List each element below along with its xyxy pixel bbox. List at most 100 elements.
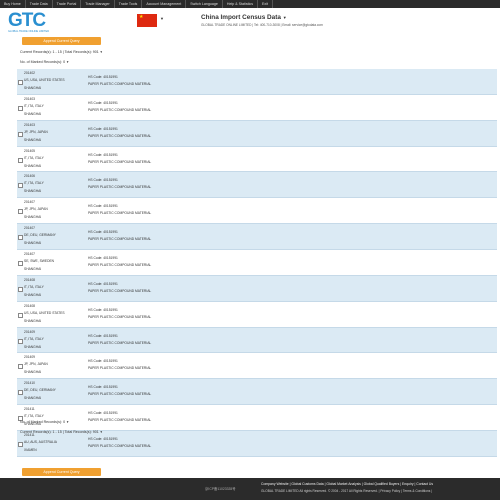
- record-country: US, USA, UNITED STATES: [24, 310, 65, 315]
- record-description: PAPER PLASTIC COMPOUND MATERIAL: [88, 185, 152, 190]
- record-country: IT, ITA, ITALY: [24, 414, 44, 419]
- nav-account-management[interactable]: Account Management: [142, 0, 187, 8]
- record-description: PAPER PLASTIC COMPOUND MATERIAL: [88, 211, 152, 216]
- record-description: PAPER PLASTIC COMPOUND MATERIAL: [88, 133, 152, 138]
- list-item[interactable]: 201411 AU, AUS, AUSTRALIA XIAMEN HS Code: 4…: [17, 431, 497, 457]
- record-country: AU, AUS, AUSTRALIA: [24, 440, 57, 445]
- record-description: PAPER PLASTIC COMPOUND MATERIAL: [88, 418, 152, 423]
- chevron-down-icon[interactable]: ▼: [100, 430, 103, 434]
- append-current-query-button[interactable]: Append Current Query: [22, 468, 101, 476]
- record-description: PAPER PLASTIC COMPOUND MATERIAL: [88, 159, 152, 164]
- footer: 京ICP备11023335号 Company Website | Global …: [0, 478, 500, 500]
- copyright: GLOBAL TRADE LIMITED All rights Reserved…: [261, 489, 433, 493]
- record-date: 201403: [24, 122, 36, 127]
- record-country: DE, DEU, GERMANY: [24, 388, 56, 393]
- list-item[interactable]: 201407 DE, DEU, GERMANY SHANGHAI HS Code: 4…: [17, 224, 497, 251]
- record-port: SHANGHAI: [24, 215, 42, 220]
- row-checkbox[interactable]: [18, 442, 23, 448]
- total-records: Total Records(s): 901: [64, 430, 99, 434]
- current-records: Current Records(s): 1 - 15: [20, 430, 62, 434]
- nav-trade-data[interactable]: Trade Data: [26, 0, 53, 8]
- list-item[interactable]: 201407 SE, SWE, SWEDEN SHANGHAI HS Code: 40…: [17, 250, 497, 276]
- row-checkbox[interactable]: [18, 364, 23, 370]
- record-description: PAPER PLASTIC COMPOUND MATERIAL: [88, 340, 152, 345]
- row-checkbox[interactable]: [18, 157, 23, 163]
- row-checkbox[interactable]: [18, 312, 23, 318]
- record-country: JP, JPN, JAPAN: [24, 207, 48, 212]
- list-item[interactable]: 201411 IT, ITA, ITALY SHANGHAI HS Code: 401…: [17, 405, 497, 432]
- record-description: PAPER PLASTIC COMPOUND MATERIAL: [88, 263, 152, 268]
- record-port: SHANGHAI: [24, 163, 42, 168]
- list-item[interactable]: 201410 DE, DEU, GERMANY SHANGHAI HS Code: 4…: [17, 379, 497, 406]
- row-checkbox[interactable]: [18, 338, 23, 344]
- record-hs-code: HS Code: 40151991: [88, 307, 118, 312]
- chevron-down-icon[interactable]: ▼: [283, 15, 287, 20]
- chevron-down-icon[interactable]: ▼: [160, 16, 164, 21]
- nav-exit[interactable]: Exit: [258, 0, 274, 8]
- row-checkbox[interactable]: [18, 80, 23, 85]
- list-item[interactable]: 201403 JP, JPN, JAPAN SHANGHAI HS Code: 401…: [17, 120, 497, 147]
- record-description: PAPER PLASTIC COMPOUND MATERIAL: [88, 314, 152, 319]
- chevron-down-icon[interactable]: ▼: [66, 60, 69, 64]
- nav-switch-language[interactable]: Switch Language: [186, 0, 223, 8]
- record-hs-code: HS Code: 40151991: [88, 385, 118, 390]
- row-checkbox[interactable]: [18, 261, 23, 267]
- nav-help-statistics[interactable]: Help & Statistics: [223, 0, 259, 8]
- row-checkbox[interactable]: [18, 235, 23, 241]
- record-country: JP, JPN, JAPAN: [24, 362, 48, 367]
- logo-mark: GTC: [8, 10, 46, 31]
- list-item[interactable]: 201407 JP, JPN, JAPAN SHANGHAI HS Code: 401…: [17, 198, 497, 225]
- list-item[interactable]: 201405 IT, ITA, ITALY SHANGHAI HS Code: 401…: [17, 147, 497, 173]
- footer-links[interactable]: Company Website | Global Customs Data | …: [261, 482, 433, 486]
- row-checkbox[interactable]: [18, 183, 23, 189]
- marked-records-label: No. of Marked Records(s): 0: [20, 420, 66, 424]
- records-info-top: Current Records(s): 1 - 15 | Total Recor…: [20, 50, 103, 54]
- record-country: JP, JPN, JAPAN: [24, 129, 48, 134]
- record-port: SHANGHAI: [24, 137, 42, 142]
- chevron-down-icon[interactable]: ▼: [100, 50, 103, 54]
- chevron-down-icon[interactable]: ▼: [66, 420, 69, 424]
- china-flag-icon[interactable]: ★: [137, 14, 157, 27]
- record-port: SHANGHAI: [24, 318, 42, 323]
- record-date: 201407: [24, 226, 36, 231]
- marked-records-label: No. of Marked Records(s): 0: [20, 60, 66, 64]
- record-port: SHANGHAI: [24, 292, 42, 297]
- page-title: China Import Census Data ▼: [201, 14, 287, 21]
- record-description: PAPER PLASTIC COMPOUND MATERIAL: [88, 237, 152, 242]
- list-item[interactable]: 201408 IT, ITA, ITALY SHANGHAI HS Code: 401…: [17, 275, 497, 302]
- record-date: 201407: [24, 200, 36, 205]
- current-records: Current Records(s): 1 - 15: [20, 50, 62, 54]
- list-item[interactable]: 201409 JP, JPN, JAPAN SHANGHAI HS Code: 401…: [17, 353, 497, 380]
- row-checkbox[interactable]: [18, 286, 23, 292]
- nav-buy-home[interactable]: Buy Home: [0, 0, 26, 8]
- record-hs-code: HS Code: 40151991: [88, 281, 118, 286]
- record-description: PAPER PLASTIC COMPOUND MATERIAL: [88, 444, 152, 449]
- record-list: 201402 US, USA, UNITED STATES SHANGHAI HS C…: [17, 69, 497, 457]
- row-checkbox[interactable]: [18, 209, 23, 215]
- record-date: 201403: [24, 96, 36, 101]
- site-logo[interactable]: GTC GLOBAL TRADE ONLINE LIMITED: [8, 10, 56, 34]
- nav-trade-tools[interactable]: Trade Tools: [115, 0, 143, 8]
- record-description: PAPER PLASTIC COMPOUND MATERIAL: [88, 107, 152, 112]
- list-item[interactable]: 201409 IT, ITA, ITALY SHANGHAI HS Code: 401…: [17, 327, 497, 354]
- record-hs-code: HS Code: 40151991: [88, 178, 118, 183]
- row-checkbox[interactable]: [18, 390, 23, 396]
- record-date: 201409: [24, 329, 36, 334]
- list-item[interactable]: 201403 IT, ITA, ITALY SHANGHAI HS Code: 401…: [17, 95, 497, 121]
- list-item[interactable]: 201408 US, USA, UNITED STATES SHANGHAI HS C…: [17, 302, 497, 328]
- record-date: 201407: [24, 252, 36, 257]
- list-item[interactable]: 201406 IT, ITA, ITALY SHANGHAI HS Code: 401…: [17, 172, 497, 199]
- record-hs-code: HS Code: 40151991: [88, 256, 118, 261]
- row-checkbox[interactable]: [18, 131, 23, 137]
- record-port: SHANGHAI: [24, 111, 42, 116]
- marked-records-top: No. of Marked Records(s): 0 ▼: [20, 60, 69, 64]
- page-title-text: China Import Census Data: [201, 14, 281, 21]
- record-hs-code: HS Code: 40151991: [88, 333, 118, 338]
- records-info-bottom: Current Records(s): 1 - 15 | Total Recor…: [20, 430, 103, 434]
- record-hs-code: HS Code: 40151991: [88, 204, 118, 209]
- row-checkbox[interactable]: [18, 105, 23, 111]
- nav-trade-portal[interactable]: Trade Portal: [53, 0, 82, 8]
- append-current-query-button[interactable]: Append Current Query: [22, 37, 101, 45]
- list-item[interactable]: 201402 US, USA, UNITED STATES SHANGHAI HS C…: [17, 69, 497, 95]
- nav-trade-manager[interactable]: Trade Manager: [81, 0, 115, 8]
